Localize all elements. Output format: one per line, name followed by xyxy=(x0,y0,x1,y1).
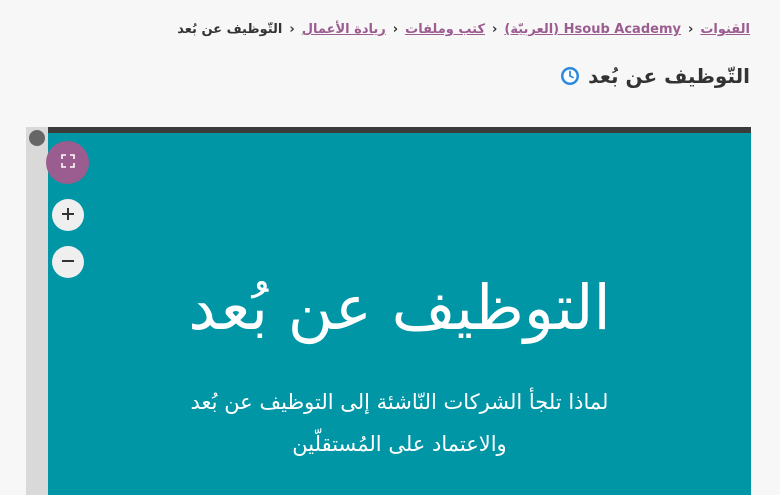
breadcrumb-separator: ‹ xyxy=(687,22,694,37)
breadcrumb-current: التّوظيف عن بُعد xyxy=(177,22,283,37)
page: القنوات ‹ Hsoub Academy (العربيّة) ‹ كتب… xyxy=(0,0,780,495)
slide-subtitle: لماذا تلجأ الشركات النّاشئة إلى التوظيف … xyxy=(48,381,751,465)
slide-subtitle-line-1: لماذا تلجأ الشركات النّاشئة إلى التوظيف … xyxy=(190,390,609,414)
breadcrumb-separator: ‹ xyxy=(492,22,498,37)
scrollbar-thumb[interactable] xyxy=(29,130,45,146)
zoom-in-button[interactable] xyxy=(52,199,84,231)
breadcrumb-item-entrepreneurship[interactable]: ريادة الأعمال xyxy=(302,22,386,37)
expand-icon xyxy=(60,153,75,172)
clock-icon xyxy=(560,66,580,86)
page-title-row: التّوظيف عن بُعد xyxy=(560,64,750,88)
page-title: التّوظيف عن بُعد xyxy=(588,64,750,88)
slide-page: التوظيف عن بُعد لماذا تلجأ الشركات النّا… xyxy=(48,133,751,495)
document-viewer: التوظيف عن بُعد لماذا تلجأ الشركات النّا… xyxy=(26,127,751,495)
breadcrumb-item-channels[interactable]: القنوات xyxy=(700,22,750,37)
breadcrumb-separator: ‹ xyxy=(289,22,295,37)
plus-icon xyxy=(61,206,75,225)
zoom-out-button[interactable] xyxy=(52,246,84,278)
breadcrumb: القنوات ‹ Hsoub Academy (العربيّة) ‹ كتب… xyxy=(177,22,750,37)
minus-icon xyxy=(61,253,75,272)
breadcrumb-item-books[interactable]: كتب وملفات xyxy=(405,22,485,37)
breadcrumb-separator: ‹ xyxy=(392,22,399,37)
breadcrumb-item-hsoub-academy[interactable]: Hsoub Academy (العربيّة) xyxy=(504,22,681,37)
slide-subtitle-line-2: والاعتماد على المُستقلّين xyxy=(292,432,507,456)
fullscreen-button[interactable] xyxy=(46,141,89,184)
slide-title: التوظيف عن بُعد xyxy=(188,271,611,344)
viewer-scrollbar[interactable] xyxy=(26,127,48,495)
